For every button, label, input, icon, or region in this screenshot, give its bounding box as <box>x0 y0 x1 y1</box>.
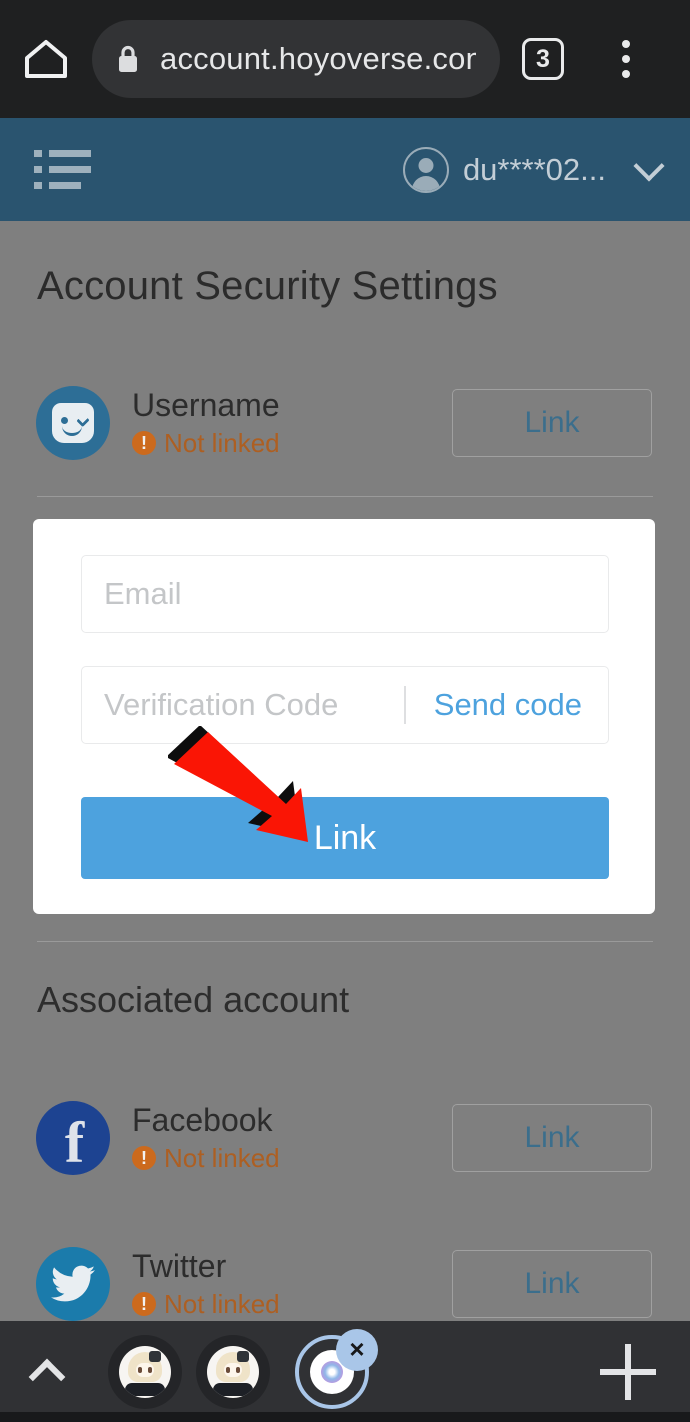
warning-icon: ! <box>132 1146 156 1171</box>
account-status: ! Not linked <box>132 1143 452 1174</box>
account-name: Twitter <box>132 1248 227 1285</box>
app-chip-1[interactable] <box>108 1334 182 1409</box>
send-code-button[interactable]: Send code <box>434 687 582 723</box>
url-text: account.hoyoverse.com/ <box>160 41 476 76</box>
submit-link-button[interactable]: Link <box>81 797 609 879</box>
lock-icon <box>119 45 137 72</box>
divider <box>37 496 653 497</box>
site-header: du****02... <box>0 118 690 221</box>
status-text: Not linked <box>164 1288 280 1319</box>
active-bubble-item[interactable]: × <box>292 1328 378 1415</box>
warning-icon: ! <box>132 431 156 456</box>
warning-icon: ! <box>132 1292 156 1317</box>
chevron-down-icon <box>633 149 665 182</box>
browser-menu-button[interactable] <box>586 0 666 118</box>
link-button-username[interactable]: Link <box>452 389 652 457</box>
floating-apps-bar: × <box>0 1321 690 1422</box>
phone-screen: account.hoyoverse.com/ 3 du****02... Acc… <box>0 0 690 1422</box>
screen-bottom-edge <box>0 1412 690 1422</box>
account-name: Facebook <box>132 1102 273 1139</box>
link-button-twitter[interactable]: Link <box>452 1250 652 1318</box>
app-chip-2[interactable] <box>196 1334 270 1409</box>
expand-bar-button[interactable] <box>0 1354 94 1395</box>
status-text: Not linked <box>164 1142 280 1173</box>
account-row-twitter: Twitter ! Not linked Link <box>0 1239 690 1329</box>
tab-switcher-button[interactable]: 3 <box>500 0 586 118</box>
home-icon <box>25 40 67 78</box>
divider <box>37 941 653 942</box>
link-email-card: Email Verification Code Send code Link <box>33 519 655 914</box>
account-row-text: Twitter ! Not linked <box>132 1248 452 1320</box>
chevron-up-icon <box>28 1358 66 1395</box>
account-row-facebook: f Facebook ! Not linked Link <box>0 1093 690 1183</box>
account-status: ! Not linked <box>132 428 452 459</box>
browser-toolbar: account.hoyoverse.com/ 3 <box>0 0 690 118</box>
verification-code-placeholder: Verification Code <box>104 687 339 722</box>
verification-code-field[interactable]: Verification Code Send code <box>81 666 609 744</box>
account-name: Username <box>132 387 280 424</box>
three-dot-menu-icon <box>622 40 630 48</box>
status-text: Not linked <box>164 427 280 458</box>
tab-count-badge: 3 <box>522 38 564 80</box>
plus-icon[interactable] <box>600 1343 656 1400</box>
username-label: du****02... <box>462 151 606 187</box>
mihoyo-account-icon <box>36 386 110 460</box>
twitter-icon <box>36 1247 110 1321</box>
account-row-text: Facebook ! Not linked <box>132 1102 452 1174</box>
account-row-username: Username ! Not linked Link <box>0 378 690 468</box>
field-divider <box>404 686 406 724</box>
url-bar[interactable]: account.hoyoverse.com/ <box>92 20 500 98</box>
page-title: Account Security Settings <box>37 264 498 308</box>
email-placeholder: Email <box>104 576 182 611</box>
account-status: ! Not linked <box>132 1289 452 1320</box>
user-avatar-icon <box>402 146 449 193</box>
link-button-facebook[interactable]: Link <box>452 1104 652 1172</box>
section-title-associated-account: Associated account <box>37 979 350 1020</box>
list-menu-icon[interactable] <box>34 150 91 189</box>
account-row-text: Username ! Not linked <box>132 387 452 459</box>
close-icon[interactable]: × <box>336 1328 378 1371</box>
home-button[interactable] <box>0 0 92 118</box>
email-field[interactable]: Email <box>81 555 609 633</box>
facebook-icon: f <box>36 1101 110 1175</box>
anime-avatar-icon <box>119 1345 171 1398</box>
user-menu[interactable]: du****02... <box>402 146 665 193</box>
anime-avatar-icon <box>207 1345 259 1398</box>
